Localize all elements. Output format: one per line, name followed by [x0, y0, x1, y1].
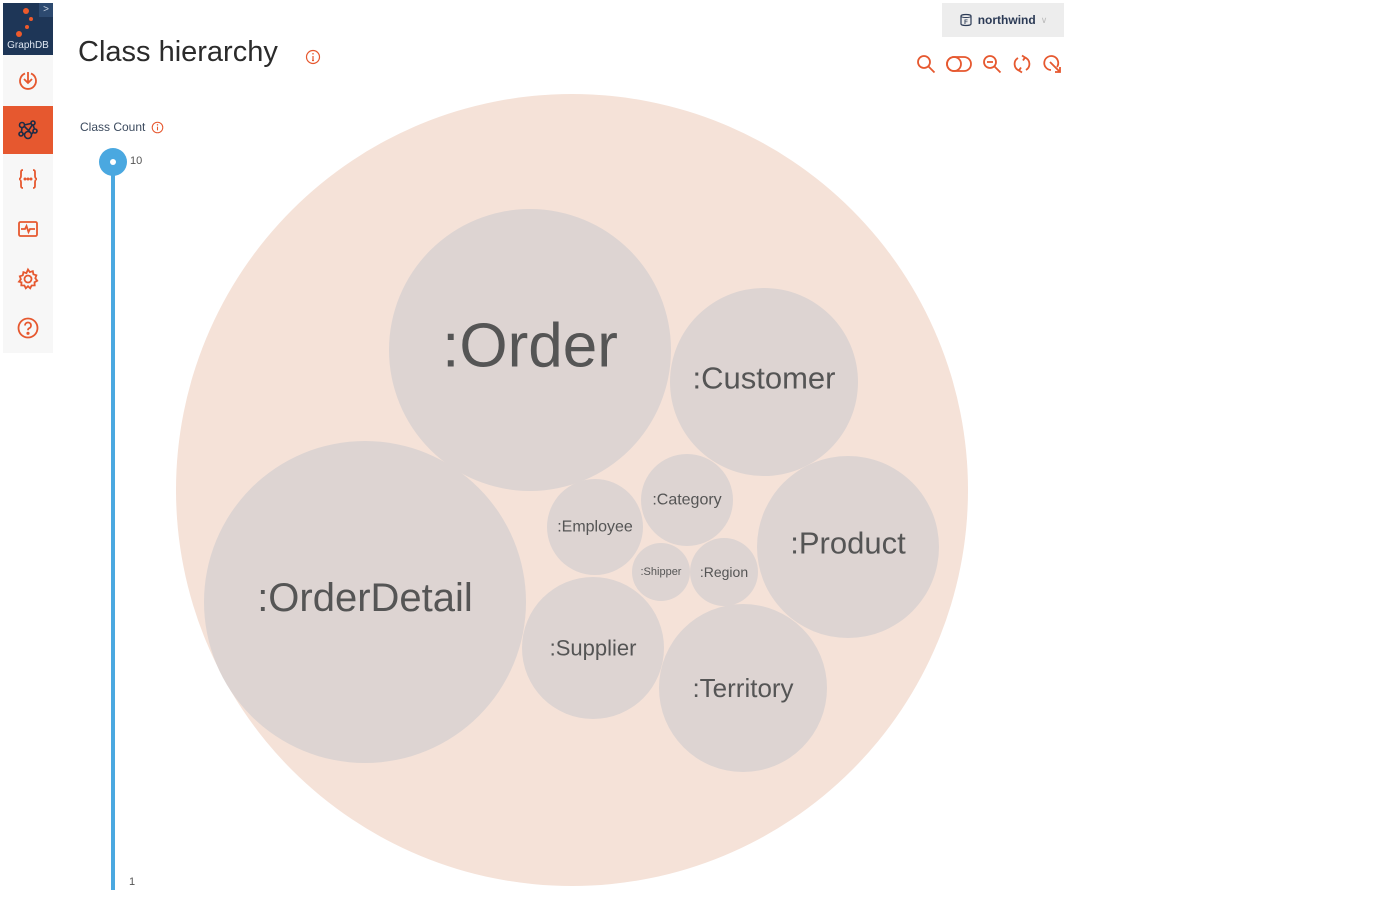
class-bubble[interactable]: :Supplier: [522, 577, 664, 719]
class-bubble[interactable]: :Employee: [547, 479, 643, 575]
class-bubble-label: :Category: [652, 492, 721, 509]
class-bubble-label: :Order: [442, 312, 618, 381]
class-bubble[interactable]: :Product: [757, 456, 939, 638]
class-bubble[interactable]: :Territory: [659, 604, 827, 772]
class-bubble-label: :Customer: [693, 361, 836, 396]
class-bubble[interactable]: :Shipper: [632, 543, 690, 601]
class-bubble[interactable]: :Region: [690, 538, 758, 606]
class-bubble-label: :Territory: [692, 673, 793, 703]
class-bubble-label: :Shipper: [641, 566, 682, 578]
class-bubble[interactable]: :Order: [389, 209, 671, 491]
class-bubble[interactable]: :Category: [641, 454, 733, 546]
class-bubble-label: :Employee: [557, 519, 633, 536]
class-bubble-label: :Region: [700, 564, 748, 580]
class-bubble[interactable]: :Customer: [670, 288, 858, 476]
class-bubble[interactable]: :OrderDetail: [204, 441, 526, 763]
class-bubble-label: :Product: [790, 526, 906, 561]
class-bubble-label: :Supplier: [550, 636, 637, 661]
class-bubble-label: :OrderDetail: [257, 576, 473, 620]
class-hierarchy-chart: :Order :OrderDetail :Customer :Product :Terr…: [176, 94, 968, 886]
